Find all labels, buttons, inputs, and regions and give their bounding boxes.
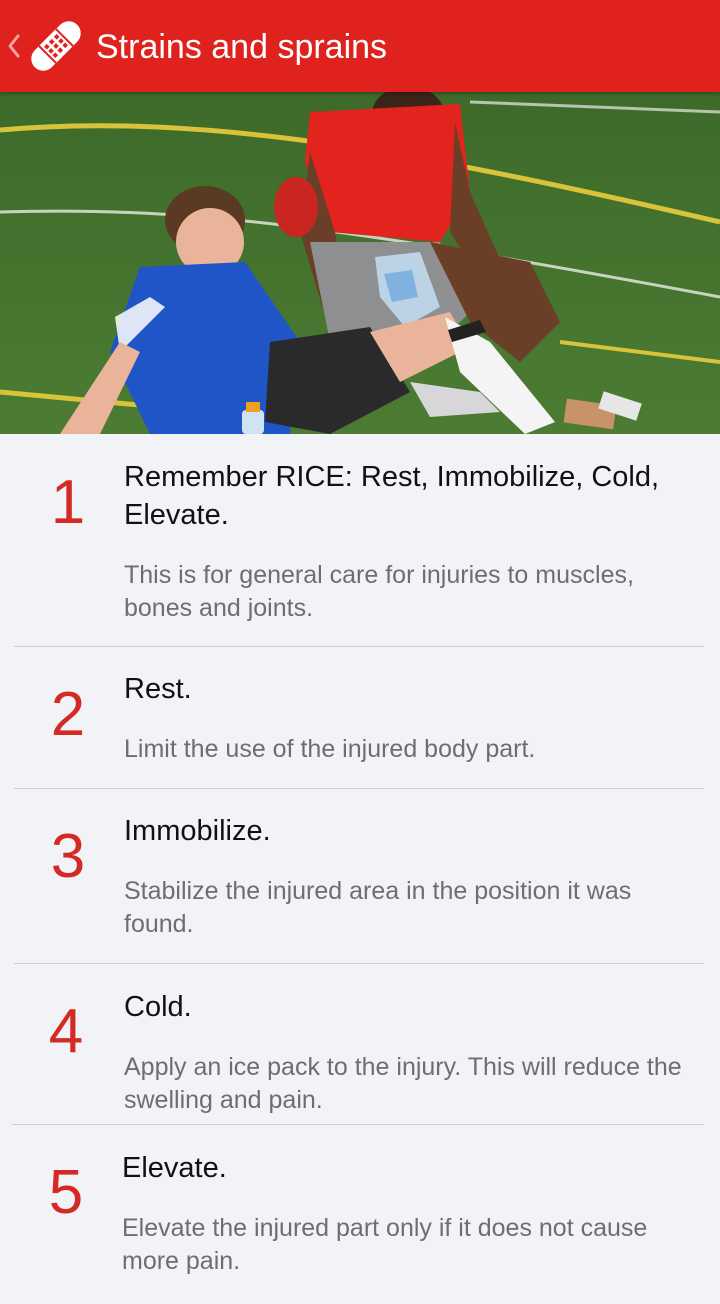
step-item-4: 4 Cold. Apply an ice pack to the injury.… [12,964,704,1125]
step-description: This is for general care for injuries to… [124,561,634,622]
step-title: Remember RICE: Rest, Immobilize, Cold, E… [124,461,660,531]
step-number: 2 [50,680,86,749]
page-title: Strains and sprains [96,28,388,66]
first-aid-scene-illustration [0,92,720,434]
step-item-2: 2 Rest. Limit the use of the injured bod… [14,647,704,789]
step-description: Elevate the injured part only if it does… [122,1214,648,1275]
step-number: 3 [50,822,86,891]
step-title: Elevate. [122,1152,227,1184]
action-bar: Strains and sprains [0,0,720,92]
step-item-3: 3 Immobilize. Stabilize the injured area… [14,789,704,964]
step-title: Rest. [124,673,192,705]
app-screen: Strains and sprains 1 Remember RICE: Res… [0,0,720,1304]
step-title: Cold. [124,991,192,1023]
step-item-1: 1 Remember RICE: Rest, Immobilize, Cold,… [14,434,704,647]
step-title: Immobilize. [124,815,271,847]
bandage-icon[interactable] [24,14,88,78]
step-description: Limit the use of the injured body part. [124,735,536,763]
step-description: Stabilize the injured area in the positi… [124,877,632,938]
step-item-5: 5 Elevate. Elevate the injured part only… [12,1125,704,1304]
step-number: 5 [48,1158,84,1227]
step-number: 1 [50,468,86,537]
hero-image [0,92,720,434]
chevron-left-icon[interactable] [6,30,22,62]
step-description: Apply an ice pack to the injury. This wi… [124,1053,682,1114]
steps-list: 1 Remember RICE: Rest, Immobilize, Cold,… [0,434,720,1304]
step-number: 4 [48,997,84,1066]
